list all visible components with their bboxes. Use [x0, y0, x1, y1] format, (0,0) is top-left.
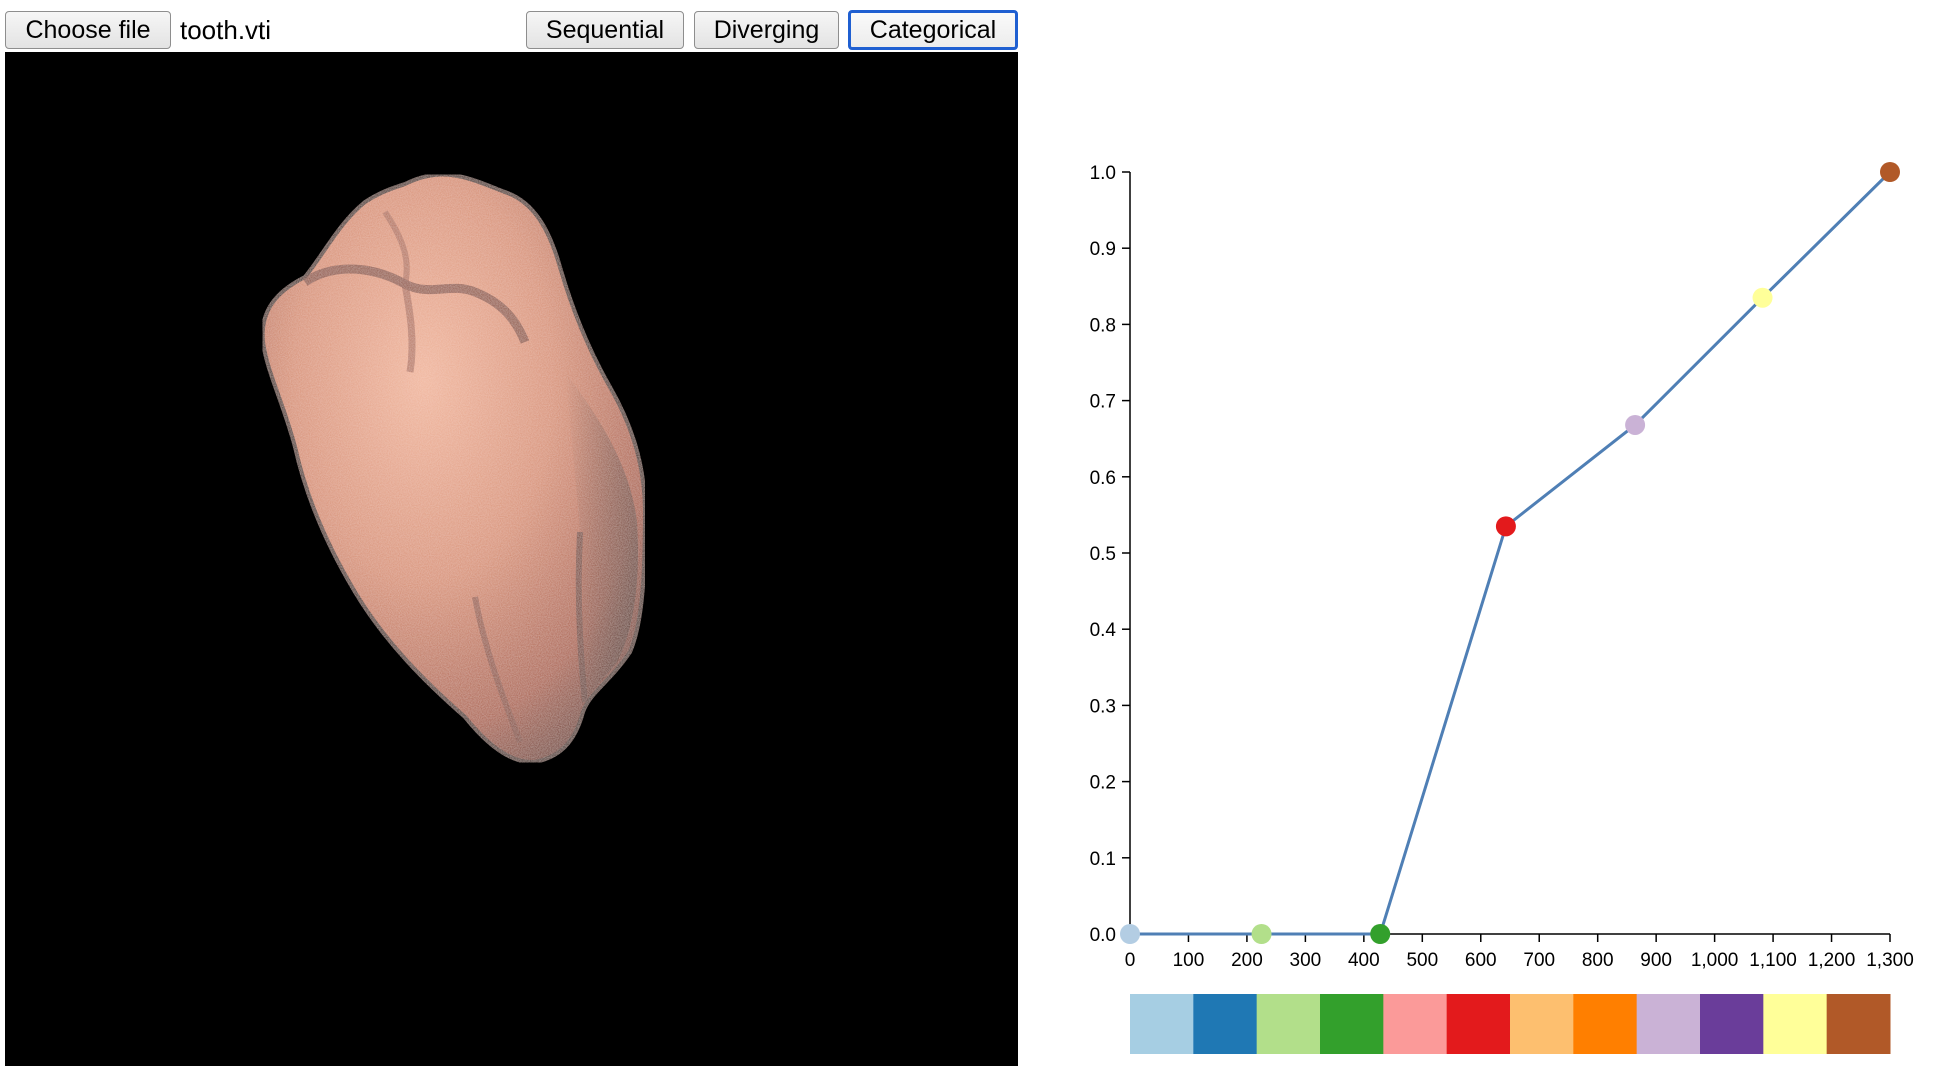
- color-bar-swatch: [1700, 994, 1764, 1054]
- control-point[interactable]: [1625, 414, 1646, 435]
- control-point[interactable]: [1495, 516, 1516, 537]
- x-axis: 0 100 200 300 400 500 600 700 800 900 1,000 1,100 1,…: [1125, 933, 1914, 971]
- diverging-button[interactable]: Diverging: [694, 11, 839, 49]
- color-bar-swatch: [1510, 994, 1574, 1054]
- color-bar-swatch: [1130, 994, 1194, 1054]
- x-tick-label: 600: [1465, 950, 1497, 971]
- sequential-button[interactable]: Sequential: [526, 11, 684, 49]
- y-tick-label: 0.6: [1090, 468, 1116, 489]
- control-point[interactable]: [1880, 162, 1900, 182]
- color-bar-swatch: [1193, 994, 1258, 1054]
- y-tick-label: 0.8: [1090, 315, 1116, 336]
- x-tick-label: 900: [1640, 950, 1672, 971]
- y-tick-label: 0.7: [1090, 392, 1116, 413]
- choose-file-button[interactable]: Choose file: [5, 11, 171, 49]
- x-tick-label: 800: [1582, 950, 1614, 971]
- x-tick-label: 200: [1231, 950, 1263, 971]
- color-bar-swatch: [1256, 994, 1321, 1054]
- control-point[interactable]: [1370, 924, 1391, 944]
- color-bar-swatch: [1573, 994, 1638, 1054]
- y-tick-label: 0.5: [1090, 544, 1116, 565]
- control-point[interactable]: [1752, 287, 1773, 308]
- y-tick-label: 0.0: [1090, 925, 1116, 946]
- x-tick-label: 700: [1523, 950, 1555, 971]
- x-tick-label: 500: [1406, 950, 1438, 971]
- color-bar-swatch: [1383, 994, 1448, 1054]
- x-tick-label: 100: [1173, 950, 1205, 971]
- app-page: Choose file tooth.vti Sequential Divergi…: [0, 0, 1954, 1081]
- y-tick-label: 0.9: [1090, 239, 1116, 260]
- x-tick-label: 1,300: [1866, 950, 1914, 971]
- color-bar-swatch: [1826, 994, 1891, 1054]
- color-bar-swatch: [1636, 994, 1701, 1054]
- x-tick-label: 400: [1348, 950, 1380, 971]
- y-axis: 0.0 0.1 0.2 0.3 0.4 0.5 0.6 0.7 0.8 0.9 1.0: [1090, 163, 1131, 946]
- color-bar: [1130, 994, 1891, 1054]
- x-tick-label: 300: [1290, 950, 1322, 971]
- y-tick-label: 0.1: [1090, 849, 1116, 870]
- tooth-volume-render: [260, 172, 648, 765]
- transfer-function-chart[interactable]: 0.0 0.1 0.2 0.3 0.4 0.5 0.6 0.7 0.8 0.9 1.0 0 100 20…: [1040, 120, 1950, 1080]
- x-tick-label: 1,100: [1749, 950, 1797, 971]
- file-name-label: tooth.vti: [180, 15, 272, 45]
- transfer-function-line: [1130, 170, 1892, 936]
- color-bar-swatch: [1320, 994, 1384, 1054]
- y-tick-label: 0.2: [1090, 773, 1116, 794]
- y-tick-label: 0.3: [1090, 696, 1116, 717]
- color-bar-swatch: [1763, 994, 1828, 1054]
- y-tick-label: 0.4: [1090, 620, 1117, 641]
- x-tick-label: 1,000: [1691, 950, 1739, 971]
- y-tick-label: 1.0: [1090, 163, 1116, 184]
- control-point[interactable]: [1251, 924, 1272, 944]
- x-tick-label: 1,200: [1808, 950, 1856, 971]
- volume-render-viewport[interactable]: [5, 52, 1018, 1066]
- x-tick-label: 0: [1125, 950, 1136, 971]
- color-bar-swatch: [1446, 994, 1511, 1054]
- control-point[interactable]: [1120, 924, 1140, 944]
- categorical-button[interactable]: Categorical: [848, 10, 1018, 50]
